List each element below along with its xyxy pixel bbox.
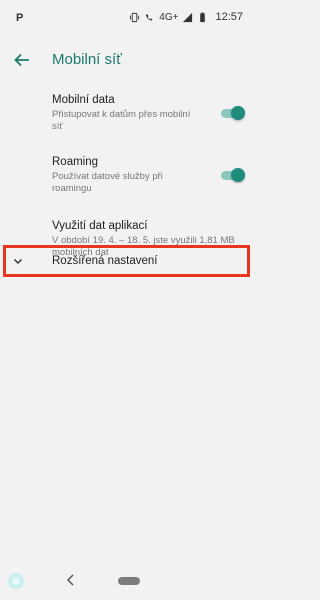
status-bar: P 4G+ 12:57	[0, 0, 257, 36]
clock: 12:57	[215, 11, 243, 23]
setting-title: Roaming	[52, 156, 99, 168]
assistant-icon[interactable]	[8, 573, 24, 589]
setting-subtitle: Používat datové služby při roamingu	[52, 171, 163, 194]
back-button[interactable]	[8, 46, 36, 74]
arrow-back-icon	[14, 53, 29, 67]
status-icons: 4G+ 12:57	[129, 11, 243, 23]
app-bar: Mobilní síť	[0, 38, 257, 82]
toggle-thumb	[231, 106, 245, 120]
network-type-label: 4G+	[159, 11, 179, 23]
setting-title: Využití dat aplikací	[52, 220, 148, 232]
chevron-down-icon	[13, 258, 23, 265]
roaming-toggle[interactable]	[219, 166, 245, 184]
setting-subtitle: Přistupovat k datům přes mobilní síť	[52, 109, 191, 132]
wifi-calling-icon	[146, 13, 153, 21]
page-title: Mobilní síť	[52, 51, 122, 68]
advanced-settings-row[interactable]: Rozšířená nastavení	[3, 245, 250, 277]
advanced-settings-label: Rozšířená nastavení	[52, 255, 158, 267]
nav-back-icon[interactable]	[64, 572, 78, 588]
mobile-data-toggle[interactable]	[219, 104, 245, 122]
setting-roaming[interactable]: Roaming Používat datové služby při roami…	[52, 155, 247, 195]
notification-app-icon: P	[16, 12, 24, 24]
setting-mobile-data[interactable]: Mobilní data Přistupovat k datům přes mo…	[52, 93, 247, 133]
battery-icon	[200, 11, 206, 22]
toggle-thumb	[231, 168, 245, 182]
navigation-bar	[0, 562, 257, 600]
setting-title: Mobilní data	[52, 94, 115, 106]
vibrate-icon	[130, 12, 140, 22]
signal-icon	[183, 12, 193, 22]
home-pill[interactable]	[118, 577, 140, 585]
